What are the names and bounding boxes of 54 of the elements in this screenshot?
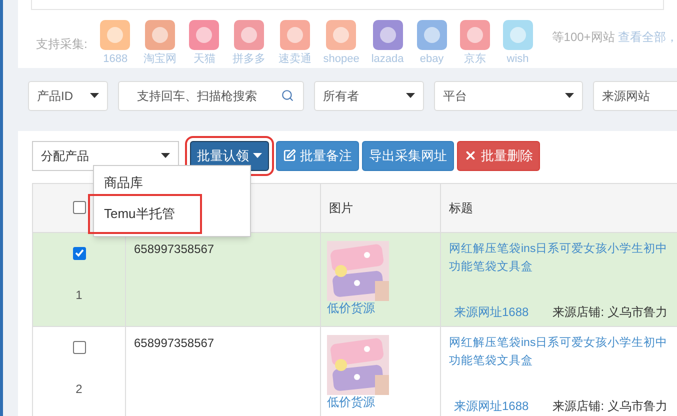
source-url-link[interactable]: 来源网址1688 xyxy=(454,396,529,414)
column-header: 图片 xyxy=(321,184,441,232)
platform-item[interactable]: 速卖通 xyxy=(278,20,312,68)
caret-icon xyxy=(565,93,574,98)
select-field[interactable]: 所有者 xyxy=(314,80,424,110)
toolbar-button[interactable]: 导出采集网址 xyxy=(362,140,454,170)
platform-logo-icon xyxy=(280,20,310,50)
table-row[interactable]: 1 658997358567 低价货源 网红解压笔袋ins日系可爱女孩小学生初中 功能笔袋文具盒 来源网址1688 来源店铺: 义乌市鲁力 xyxy=(33,232,677,326)
platform-item[interactable]: 京东 xyxy=(460,20,490,68)
search-icon xyxy=(281,88,294,102)
search-field[interactable]: 支持回车、扫描枪搜索 xyxy=(118,80,304,110)
product-title-link[interactable]: 网红解压笔袋ins日系可爱女孩小学生初中 xyxy=(449,334,668,352)
platform-logo-icon xyxy=(502,20,533,50)
platform-logo-icon xyxy=(100,20,130,50)
menu-item[interactable]: 商品库 xyxy=(94,170,250,196)
platform-logo-icon xyxy=(416,20,447,50)
caret-icon xyxy=(161,153,170,158)
platform-logo-icon xyxy=(460,20,490,50)
caret-icon xyxy=(406,93,415,98)
menu-item[interactable]: Temu半托管 xyxy=(90,196,200,232)
collect-label: 支持采集: xyxy=(36,36,88,53)
platform-logo-icon xyxy=(234,20,264,50)
platform-item[interactable]: 天猫 xyxy=(189,20,220,68)
platform-logo-icon xyxy=(372,20,403,50)
platform-logo-icon xyxy=(326,20,356,50)
product-id: 658997358567 xyxy=(134,336,214,350)
row-number: 1 xyxy=(76,286,82,304)
source-shop-text: 来源店铺: 义乌市鲁力 xyxy=(552,398,668,414)
low-price-source-link[interactable]: 低价货源 xyxy=(327,394,434,408)
platform-logo-icon xyxy=(189,20,220,50)
checkbox[interactable] xyxy=(72,201,86,214)
low-price-source-link[interactable]: 低价货源 xyxy=(327,300,434,314)
platform-logo-icon xyxy=(144,20,175,50)
select-field[interactable]: 产品ID xyxy=(28,80,108,110)
delete-button[interactable]: 批量删除 xyxy=(457,140,540,170)
toolbar-button[interactable]: 批量备注 xyxy=(276,140,359,170)
source-url-link[interactable]: 来源网址1688 xyxy=(454,302,529,320)
edit-icon xyxy=(283,149,296,162)
close-icon xyxy=(464,149,477,162)
checkbox[interactable] xyxy=(72,246,86,260)
select-field[interactable]: 平台 xyxy=(434,80,583,110)
product-title-link[interactable]: 功能笔袋文具盒 xyxy=(449,352,533,370)
source-shop-text: 来源店铺: 义乌市鲁力 xyxy=(552,304,668,320)
caret-icon xyxy=(90,93,99,98)
platform-item[interactable]: 拼多多 xyxy=(232,20,266,68)
product-title-link[interactable]: 网红解压笔袋ins日系可爱女孩小学生初中 xyxy=(449,240,668,258)
caret-icon xyxy=(253,153,262,158)
checkbox[interactable] xyxy=(72,340,86,354)
more-sites-text: 等100+网站 xyxy=(552,28,615,46)
select-field[interactable]: 来源网站 xyxy=(593,80,677,110)
product-title-link[interactable]: 功能笔袋文具盒 xyxy=(449,258,533,276)
row-number: 2 xyxy=(76,380,82,398)
product-id: 658997358567 xyxy=(134,242,214,256)
column-header: 标题 xyxy=(448,200,474,216)
